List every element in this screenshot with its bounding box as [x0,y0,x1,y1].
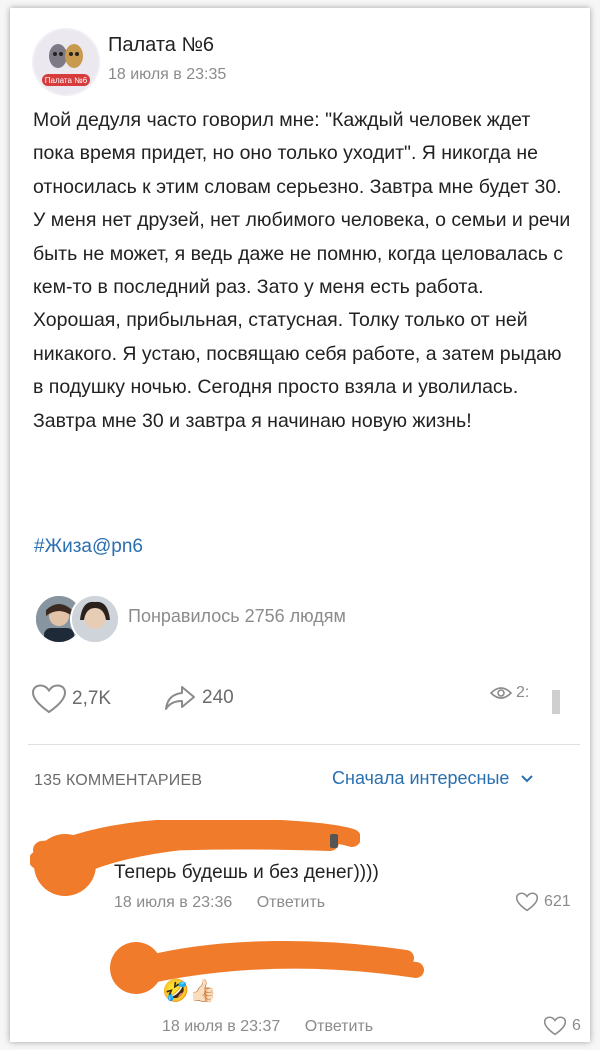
redaction-scribble [110,940,424,994]
comment-emoji: 🤣👍🏻 [162,978,217,1003]
person-photo-icon [72,596,118,642]
like-button[interactable]: 2,7K [32,684,111,714]
likers-avatars[interactable] [34,594,124,644]
comment-likes-count: 6 [572,1017,581,1034]
scrollbar-thumb[interactable] [552,690,560,714]
divider [28,744,580,745]
comment-meta: 18 июля в 23:36 Ответить [114,894,325,912]
comment-like-button[interactable]: 6 [544,1016,581,1036]
comments-sort-dropdown[interactable]: Сначала интересные [332,768,535,789]
share-button[interactable]: 240 [164,684,234,712]
comment-likes-count: 621 [544,893,571,910]
heart-icon [32,684,66,714]
comments-count: 135 КОММЕНТАРИЕВ [34,772,203,789]
share-icon [165,686,195,710]
heart-icon [516,892,538,912]
sort-label: Сначала интересные [332,768,510,788]
post-actions: 2,7K 240 2: [32,684,572,724]
comment-time: 18 июля в 23:37 [162,1018,281,1035]
heart-icon [544,1016,566,1036]
group-avatar[interactable]: Палата №6 [32,28,100,96]
shares-count: 240 [202,687,234,708]
logo-lettering: Палата №6 [45,76,88,85]
post-card: Палата №6 Палата №6 18 июля в 23:35 Мой … [10,8,590,1042]
views-indicator: 2: [490,684,529,702]
hashtag-link[interactable]: #Жиза@pn6 [34,536,143,558]
comment-text: Теперь будешь и без денег)))) [114,862,379,883]
post-time: 18 июля в 23:35 [108,66,227,83]
likes-count: 2,7K [72,688,112,709]
views-count: 2: [516,684,530,701]
eye-icon [490,687,512,699]
likes-summary[interactable]: Понравилось 2756 людям [128,606,346,627]
comment-time: 18 июля в 23:36 [114,894,233,911]
comment-like-button[interactable]: 621 [516,892,571,912]
group-name[interactable]: Палата №6 [108,34,214,57]
group-logo-icon: Палата №6 [34,30,98,94]
comment-meta: 18 июля в 23:37 Ответить [162,1018,373,1036]
liker-avatar [70,594,120,644]
chevron-down-icon [521,774,534,782]
post-text: Мой дедуля часто говорил мне: "Каждый че… [33,109,571,432]
reply-button[interactable]: Ответить [305,1018,373,1035]
reply-button[interactable]: Ответить [257,894,325,911]
